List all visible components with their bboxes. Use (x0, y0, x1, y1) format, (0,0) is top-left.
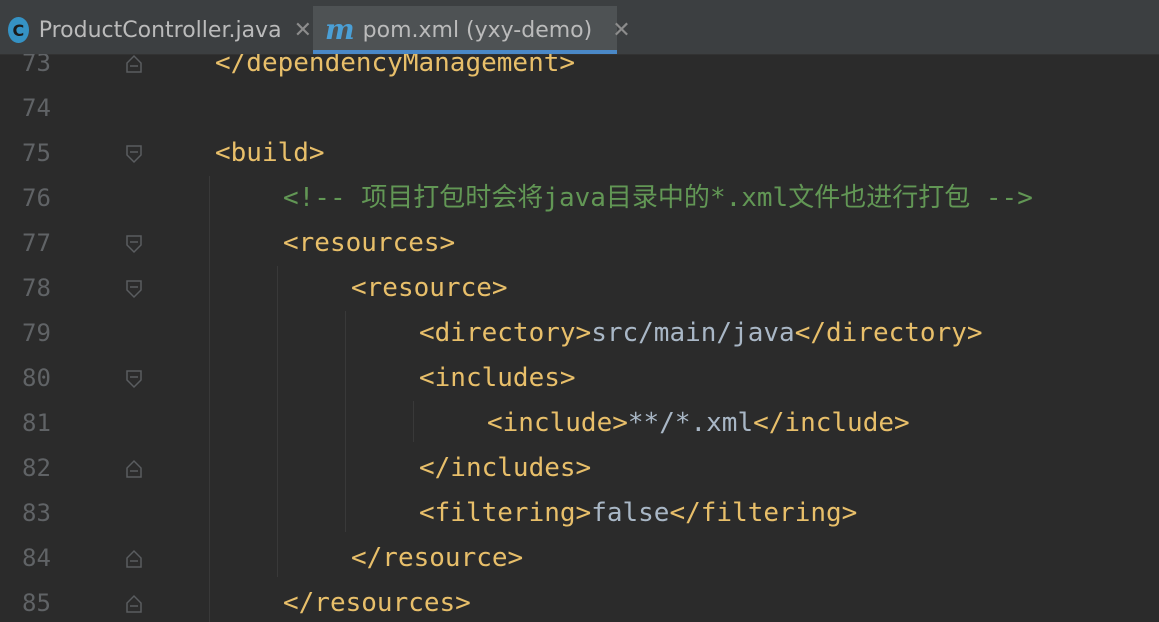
fold-end-icon[interactable] (124, 54, 144, 74)
tab-pom-xml[interactable]: m pom.xml (yxy-demo) ✕ (313, 6, 631, 54)
code-line: 80 <includes> (0, 356, 1159, 401)
code-line: 74 (0, 86, 1159, 131)
tab-label: pom.xml (yxy-demo) (362, 17, 593, 43)
editor-tab-bar: C ProductController.java ✕ m pom.xml (yx… (0, 0, 1159, 55)
close-icon[interactable]: ✕ (612, 18, 630, 43)
code-line: 85 </resources> (0, 581, 1159, 622)
fold-end-icon[interactable] (124, 594, 144, 614)
line-number: 81 (22, 409, 51, 437)
line-number: 79 (22, 319, 51, 347)
line-number: 82 (22, 454, 51, 482)
code-line: 83 <filtering>false</filtering> (0, 491, 1159, 536)
code-text: <include>**/*.xml</include> (487, 408, 910, 438)
line-number: 75 (22, 139, 51, 167)
fold-end-icon[interactable] (124, 549, 144, 569)
line-number: 73 (22, 54, 51, 77)
code-text: <resources> (283, 228, 456, 258)
code-text: <resource> (351, 273, 508, 303)
fold-end-icon[interactable] (124, 459, 144, 479)
code-text: </resource> (351, 543, 524, 573)
code-text: </includes> (419, 453, 592, 483)
code-line: 79 <directory>src/main/java</directory> (0, 311, 1159, 356)
code-line: 76 <!-- 项目打包时会将java目录中的*.xml文件也进行打包 --> (0, 176, 1159, 221)
code-text: <includes> (419, 363, 576, 393)
line-number: 77 (22, 229, 51, 257)
fold-start-icon[interactable] (124, 144, 144, 164)
code-text: <build> (215, 138, 325, 168)
line-number: 78 (22, 274, 51, 302)
fold-start-icon[interactable] (124, 369, 144, 389)
close-icon[interactable]: ✕ (294, 18, 312, 43)
code-editor[interactable]: 73 </dependencyManagement> 74 75 <build>… (0, 54, 1159, 622)
code-text: <filtering>false</filtering> (419, 498, 858, 528)
line-number: 80 (22, 364, 51, 392)
code-line: 78 <resource> (0, 266, 1159, 311)
fold-start-icon[interactable] (124, 279, 144, 299)
tab-product-controller[interactable]: C ProductController.java ✕ (0, 6, 312, 54)
fold-start-icon[interactable] (124, 234, 144, 254)
java-class-icon: C (8, 17, 29, 43)
code-line: 77 <resources> (0, 221, 1159, 266)
maven-icon: m (325, 13, 355, 46)
line-number: 76 (22, 184, 51, 212)
code-line: 81 <include>**/*.xml</include> (0, 401, 1159, 446)
line-number: 83 (22, 499, 51, 527)
line-number: 85 (22, 589, 51, 617)
tab-label: ProductController.java (38, 17, 282, 43)
line-number: 74 (22, 94, 51, 122)
code-text: </dependencyManagement> (215, 54, 576, 78)
code-line: 75 <build> (0, 131, 1159, 176)
code-line: 84 </resource> (0, 536, 1159, 581)
xml-comment: <!-- 项目打包时会将java目录中的*.xml文件也进行打包 --> (283, 183, 1033, 213)
code-line: 82 </includes> (0, 446, 1159, 491)
line-number: 84 (22, 544, 51, 572)
code-text: </resources> (283, 588, 471, 618)
code-text: <directory>src/main/java</directory> (419, 318, 983, 348)
code-line: 73 </dependencyManagement> (0, 54, 1159, 86)
